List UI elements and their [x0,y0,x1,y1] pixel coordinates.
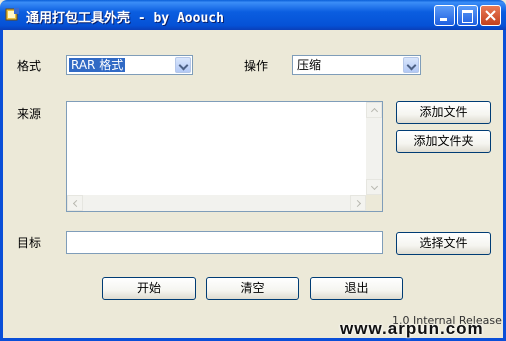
scroll-corner [366,195,382,211]
target-field[interactable] [66,231,383,254]
maximize-icon [462,10,473,23]
exit-label: 退出 [344,281,369,295]
operation-label: 操作 [244,59,269,73]
format-select[interactable]: RAR 格式 [66,55,193,75]
scroll-right-button[interactable] [350,195,366,211]
operation-select[interactable]: 压缩 [292,55,421,75]
chevron-up-icon [370,107,379,116]
window-title: 通用打包工具外壳 - by Aoouch [26,11,224,26]
chevron-left-icon [72,199,81,208]
operation-dropdown-button[interactable] [403,57,419,73]
chevron-down-icon [406,60,417,71]
app-icon [5,8,19,21]
start-label: 开始 [136,281,161,295]
add-folder-button[interactable]: 添加文件夹 [396,130,491,153]
choose-file-button[interactable]: 选择文件 [396,232,491,255]
horizontal-scrollbar[interactable] [67,195,366,211]
operation-selected-value: 压缩 [297,58,322,72]
maximize-button[interactable] [457,5,478,26]
target-label: 目标 [17,236,42,250]
chevron-right-icon [353,199,362,208]
format-selected-value: RAR 格式 [69,58,126,72]
add-file-button[interactable]: 添加文件 [396,101,491,124]
vertical-scrollbar[interactable] [366,102,382,195]
clear-label: 清空 [240,281,265,295]
format-label: 格式 [17,59,42,73]
minimize-button[interactable] [434,5,455,26]
minimize-icon [440,18,447,21]
scroll-down-button[interactable] [366,179,382,195]
watermark: www.arpun.com [340,319,484,338]
scroll-left-button[interactable] [67,195,83,211]
add-file-label: 添加文件 [419,105,468,119]
clear-button[interactable]: 清空 [206,277,299,300]
title-bar[interactable]: 通用打包工具外壳 - by Aoouch [0,0,506,30]
format-dropdown-button[interactable] [175,57,191,73]
chevron-down-icon [370,182,379,191]
start-button[interactable]: 开始 [102,277,196,300]
exit-button[interactable]: 退出 [310,277,403,300]
scroll-up-button[interactable] [366,102,382,118]
source-list[interactable] [66,101,383,212]
source-label: 来源 [17,107,42,121]
choose-file-label: 选择文件 [419,236,468,250]
add-folder-label: 添加文件夹 [413,134,474,148]
chevron-down-icon [178,60,189,71]
close-icon [485,10,496,21]
close-button[interactable] [480,5,501,26]
